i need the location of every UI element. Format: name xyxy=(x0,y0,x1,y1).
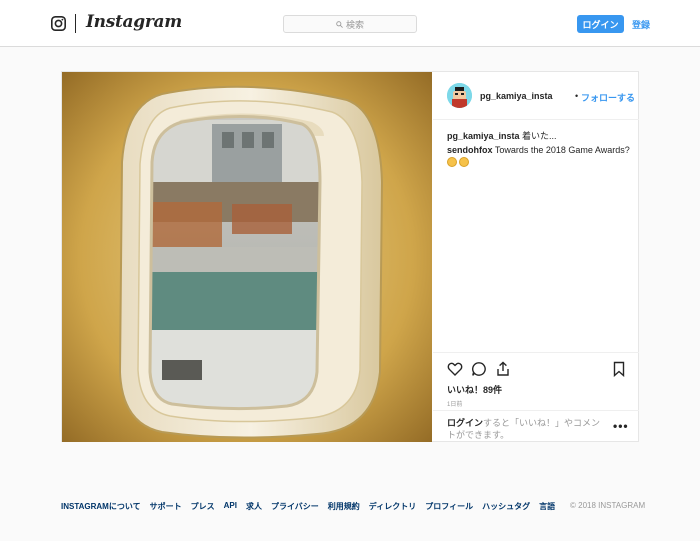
separator-dot: • xyxy=(575,91,579,101)
post-card: pg_kamiya_insta • フォローする pg_kamiya_insta… xyxy=(61,71,639,442)
search-placeholder: 検索 xyxy=(345,19,364,30)
login-button[interactable]: ログイン xyxy=(577,15,624,33)
airplane-window-image xyxy=(62,72,432,442)
grinning-emoji-icon xyxy=(459,157,469,167)
post-timestamp[interactable]: 1日前 xyxy=(447,399,462,408)
post-actions: いいね！89件 1日前 ログインすると「いいね！」やコメントができます。 ••• xyxy=(433,352,639,442)
signup-link[interactable]: 登録 xyxy=(632,18,650,31)
post-sidebar: pg_kamiya_insta • フォローする pg_kamiya_insta… xyxy=(433,72,639,442)
comment-icon[interactable] xyxy=(471,361,487,377)
footer-link-support[interactable]: サポート xyxy=(150,501,182,512)
footer-link-terms[interactable]: 利用規約 xyxy=(328,501,360,512)
top-nav: Instagram 検索 ログイン 登録 xyxy=(0,0,700,47)
bookmark-icon[interactable] xyxy=(611,361,627,377)
follow-button[interactable]: フォローする xyxy=(581,91,635,104)
search-input[interactable]: 検索 xyxy=(283,15,417,33)
logo-divider xyxy=(75,14,76,33)
copyright: © 2018 INSTAGRAM xyxy=(570,501,646,510)
more-options-button[interactable]: ••• xyxy=(613,419,629,433)
login-prompt-row: ログインすると「いいね！」やコメントができます。 ••• xyxy=(433,410,639,443)
post-username[interactable]: pg_kamiya_insta xyxy=(480,91,553,101)
caption-username[interactable]: pg_kamiya_insta xyxy=(447,131,520,141)
footer-link-directory[interactable]: ディレクトリ xyxy=(369,501,416,512)
footer-link-language[interactable]: 言語 xyxy=(539,501,555,512)
login-prompt: ログインすると「いいね！」やコメントができます。 xyxy=(447,417,607,441)
footer-links: INSTAGRAMについて サポート プレス API 求人 プライバシー 利用規… xyxy=(61,501,555,512)
search-icon xyxy=(336,20,343,28)
footer-link-jobs[interactable]: 求人 xyxy=(246,501,262,512)
footer-link-privacy[interactable]: プライバシー xyxy=(271,501,319,512)
footer-link-press[interactable]: プレス xyxy=(191,501,215,512)
heart-icon[interactable] xyxy=(447,361,463,377)
comment-username[interactable]: sendohfox xyxy=(447,145,493,155)
instagram-camera-icon[interactable] xyxy=(51,16,66,31)
comment-text: Towards the 2018 Game Awards? xyxy=(492,145,630,155)
avatar[interactable] xyxy=(447,83,472,108)
post-photo[interactable] xyxy=(62,72,432,442)
share-icon[interactable] xyxy=(495,361,511,377)
footer-link-hashtags[interactable]: ハッシュタグ xyxy=(482,501,530,512)
login-link[interactable]: ログイン xyxy=(447,418,483,428)
thinking-emoji-icon xyxy=(447,157,457,167)
instagram-wordmark[interactable]: Instagram xyxy=(86,12,182,32)
footer-link-profiles[interactable]: プロフィール xyxy=(425,501,473,512)
footer-link-about[interactable]: INSTAGRAMについて xyxy=(61,501,141,512)
like-count[interactable]: いいね！89件 xyxy=(447,383,502,396)
comment: sendohfox Towards the 2018 Game Awards? xyxy=(447,144,631,168)
caption-text: 着いた... xyxy=(519,131,557,141)
post-header: pg_kamiya_insta • フォローする xyxy=(433,72,639,120)
footer-link-api[interactable]: API xyxy=(224,501,237,512)
caption: pg_kamiya_insta 着いた... xyxy=(447,129,557,142)
